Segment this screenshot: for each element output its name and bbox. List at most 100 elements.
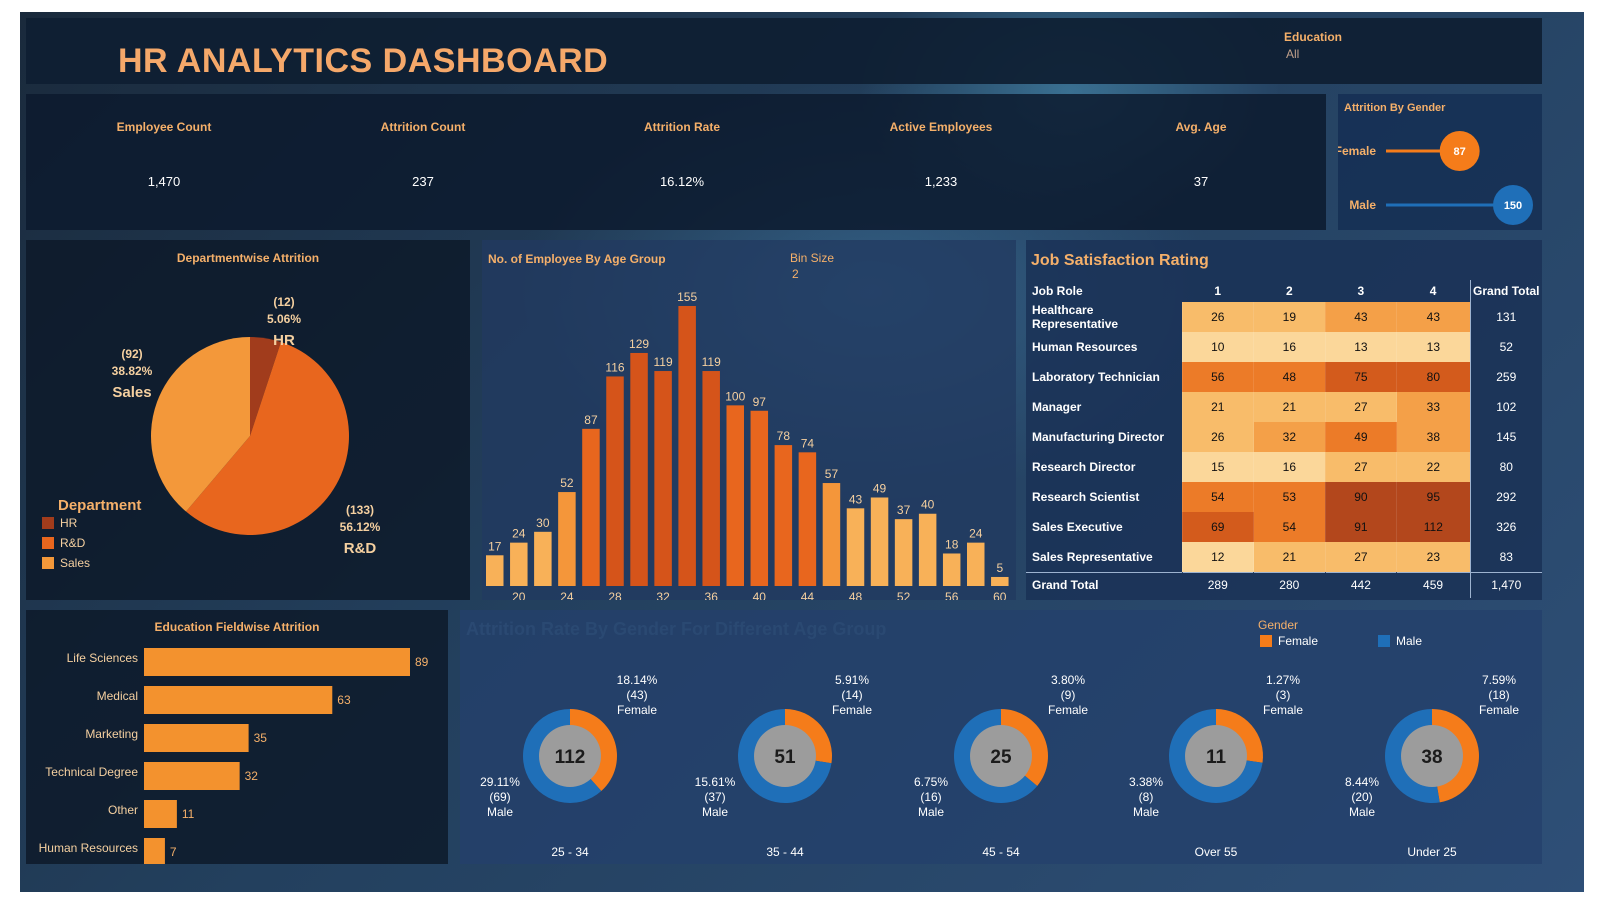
- heat-cell: 54: [1253, 512, 1326, 542]
- job-satisfaction-table: Job Role 1 2 3 4 Grand Total Healthcare …: [1026, 280, 1542, 598]
- table-row: Sales Executive 69 54 91 112 326: [1026, 512, 1542, 542]
- donut-male-pct: 3.38%: [1129, 775, 1163, 789]
- heat-cell: 21: [1253, 392, 1326, 422]
- donut-group-label: Under 25: [1407, 845, 1457, 859]
- table-row: Sales Representative 12 21 27 23 83: [1026, 542, 1542, 572]
- heat-cell: 26: [1181, 302, 1254, 332]
- donut-total: 11: [1206, 747, 1227, 768]
- age-bar-label: 5: [996, 561, 1003, 575]
- donut-male-label: Male: [702, 805, 728, 819]
- age-bar-label: 30: [536, 516, 550, 530]
- row-total-cell: 80: [1469, 452, 1542, 482]
- dashboard-canvas: HR ANALYTICS DASHBOARD Education All Emp…: [20, 12, 1584, 892]
- heat-cell: 90: [1324, 482, 1397, 512]
- heat-cell: 75: [1324, 362, 1397, 392]
- edu-bar-value: 11: [182, 807, 195, 821]
- table-row: Research Scientist 54 53 90 95 292: [1026, 482, 1542, 512]
- age-bar-label: 78: [777, 429, 791, 443]
- donut-male-pct: 6.75%: [914, 775, 948, 789]
- edu-category-label: Medical: [97, 689, 138, 703]
- column-header: Job Role: [1032, 284, 1083, 298]
- pie-label-count: (92): [121, 347, 142, 361]
- age-tick-label: 28: [608, 590, 622, 600]
- row-total-cell: 83: [1469, 542, 1542, 572]
- age-bar-label: 57: [825, 467, 839, 481]
- grand-total-cell: 1,470: [1469, 571, 1542, 598]
- pie-label-pct: 38.82%: [112, 364, 153, 378]
- attrition-by-gender-panel: Attrition By Gender Female 87 Male 150: [1338, 94, 1542, 230]
- job-role-cell: Human Resources: [1032, 340, 1138, 354]
- age-bar: [750, 410, 769, 586]
- pie-label-count: (133): [346, 503, 374, 517]
- edu-category-label: Other: [108, 803, 138, 817]
- edu-bar: [144, 648, 410, 676]
- row-total-cell: 102: [1469, 392, 1542, 422]
- age-bar: [486, 555, 504, 586]
- gender-value: 87: [1454, 146, 1466, 158]
- page-title: HR ANALYTICS DASHBOARD: [118, 42, 609, 80]
- job-role-cell: Sales Representative: [1032, 549, 1153, 564]
- age-bar: [582, 428, 600, 586]
- donut-male-label: Male: [487, 805, 513, 819]
- donut-male-label: Male: [918, 805, 944, 819]
- table-row: Research Director 15 16 27 22 80: [1026, 452, 1542, 482]
- gender-age-donut-panel: Attrition Rate By Gender For Different A…: [460, 610, 1542, 864]
- donut-female-label: Female: [1263, 703, 1303, 717]
- gender-label: Male: [1349, 198, 1376, 212]
- kpi-label: Attrition Rate: [644, 120, 720, 134]
- donut-charts: 11218.14%(43)Female29.11%(69)Male25 - 34…: [480, 673, 1519, 859]
- donut-total: 38: [1421, 747, 1442, 768]
- kpi-attrition-count: Attrition Count 237: [323, 120, 523, 189]
- heat-cell: 27: [1324, 452, 1397, 482]
- heat-cell: 48: [1253, 362, 1326, 392]
- edu-bar-value: 89: [415, 655, 429, 669]
- donut-female-label: Female: [1479, 703, 1519, 717]
- education-attrition-panel: Education Fieldwise Attrition Life Scien…: [26, 610, 448, 864]
- age-bar-label: 24: [969, 527, 983, 541]
- donut-female-label: Female: [617, 703, 657, 717]
- column-header: Grand Total: [1469, 280, 1542, 302]
- kpi-label: Avg. Age: [1175, 120, 1227, 134]
- age-bar-label: 43: [849, 492, 863, 506]
- row-total-cell: 259: [1469, 362, 1542, 392]
- heat-cell: 43: [1396, 302, 1470, 332]
- job-role-cell: Laboratory Technician: [1032, 370, 1160, 384]
- heat-cell: 80: [1396, 362, 1470, 392]
- kpi-active-employees: Active Employees 1,233: [841, 120, 1041, 189]
- heat-cell: 32: [1253, 422, 1326, 452]
- donut-female-count: (18): [1488, 688, 1509, 702]
- donut-group-label: 35 - 44: [766, 845, 804, 859]
- heat-cell: 49: [1324, 422, 1397, 452]
- heat-cell: 12: [1181, 542, 1254, 572]
- education-bar-chart: Life Sciences 89 Medical 63 Marketing 35 Techn…: [39, 648, 429, 864]
- pie-label-name: R&D: [344, 540, 377, 557]
- age-tick-label: 24: [560, 590, 574, 600]
- donut-female-count: (3): [1276, 688, 1291, 702]
- age-bar: [798, 452, 817, 586]
- donut-male-pct: 15.61%: [695, 775, 736, 789]
- age-bar: [558, 492, 576, 586]
- table-row: Manager 21 21 27 33 102: [1026, 392, 1542, 422]
- age-tick-label: 32: [656, 590, 670, 600]
- legend-label: HR: [60, 516, 78, 530]
- age-bar: [654, 371, 672, 586]
- education-filter-value[interactable]: All: [1286, 47, 1299, 61]
- donut-male-count: (69): [489, 790, 510, 804]
- legend-label: Sales: [60, 556, 90, 570]
- donut-female-pct: 7.59%: [1482, 673, 1516, 687]
- age-bar: [991, 576, 1009, 586]
- row-total-cell: 52: [1469, 332, 1542, 362]
- age-bar-label: 52: [560, 476, 574, 490]
- heat-cell: 69: [1181, 512, 1254, 542]
- age-tick-label: 36: [705, 590, 719, 600]
- age-bar: [894, 519, 913, 586]
- column-total-cell: 459: [1396, 571, 1470, 598]
- education-filter-label: Education: [1284, 30, 1343, 44]
- kpi-label: Attrition Count: [380, 120, 466, 134]
- gender-lollipop-chart: Female 87 Male 150: [1338, 131, 1533, 225]
- donut-male-label: Male: [1133, 805, 1159, 819]
- age-bar-label: 155: [677, 290, 697, 304]
- heat-cell: 16: [1253, 452, 1326, 482]
- job-role-cell: Sales Executive: [1032, 520, 1123, 534]
- age-group-panel: No. of Employee By Age Group Bin Size 2 …: [482, 240, 1016, 600]
